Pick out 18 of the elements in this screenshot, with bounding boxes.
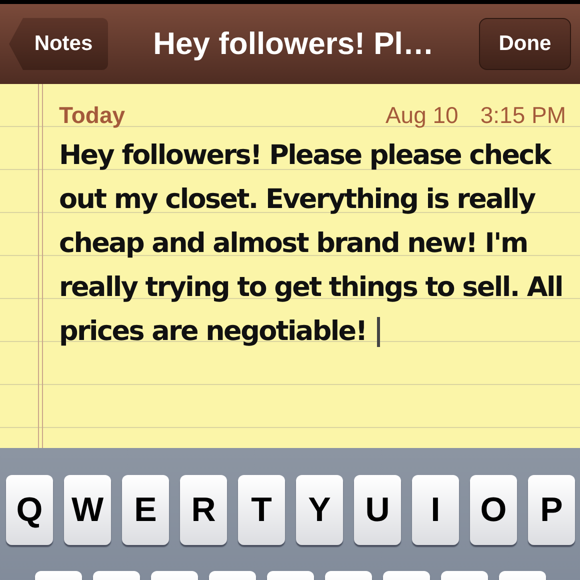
keyboard-key[interactable]: P — [528, 475, 575, 545]
back-button[interactable]: Notes — [9, 18, 108, 70]
text-cursor — [377, 317, 380, 347]
note-day: Today — [59, 102, 126, 128]
done-button[interactable]: Done — [478, 18, 571, 70]
keyboard-key[interactable]: Y — [296, 475, 343, 545]
keyboard-key[interactable]: U — [354, 475, 401, 545]
keyboard-key[interactable]: R — [180, 475, 227, 545]
keyboard-key[interactable]: Q — [6, 475, 53, 545]
note-date: Aug 10 — [385, 102, 458, 128]
keyboard-key[interactable]: W — [64, 475, 111, 545]
note-text[interactable]: Hey followers! Please please check out my closet. Everything is really cheap and almost brand new! I'm really trying to get things to sell. All prices are negotiable! — [59, 134, 564, 354]
note-time: 3:15 PM — [480, 102, 566, 128]
keyboard-key[interactable]: I — [412, 475, 459, 545]
keyboard-key[interactable]: O — [470, 475, 517, 545]
keyboard-key[interactable]: E — [122, 475, 169, 545]
note-title: Hey followers! Pl… — [153, 26, 434, 62]
keyboard-key[interactable]: T — [238, 475, 285, 545]
